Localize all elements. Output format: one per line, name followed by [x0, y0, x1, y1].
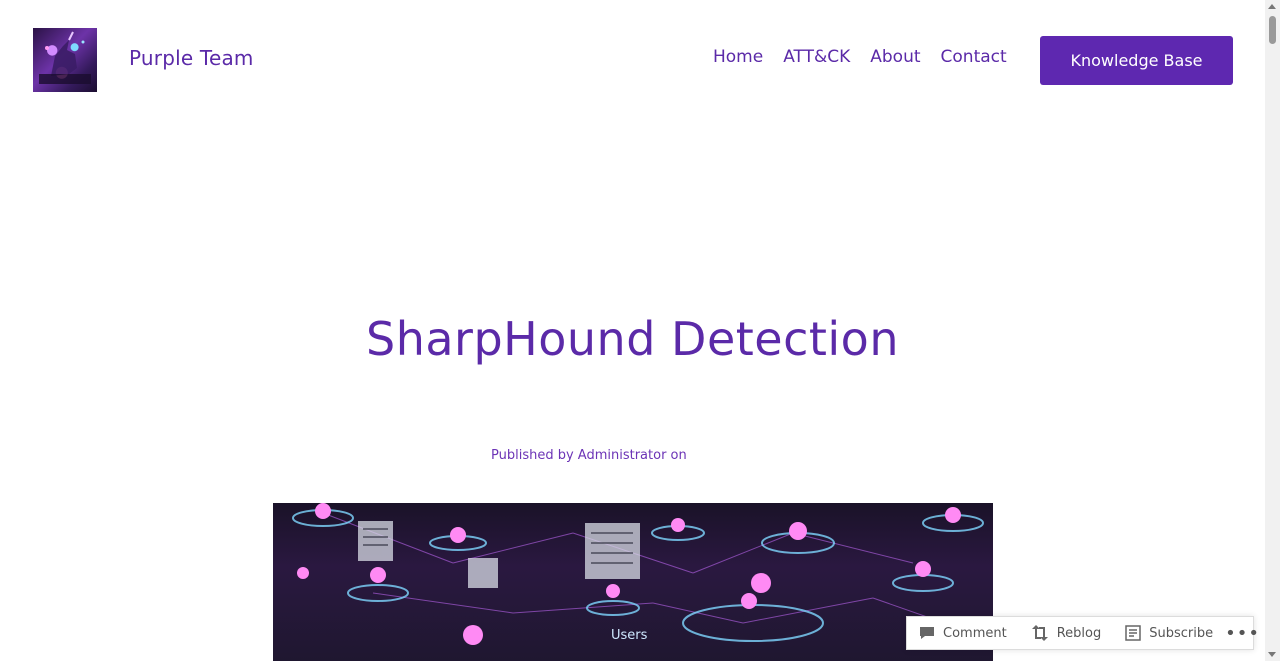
nav-item-home[interactable]: Home: [713, 47, 763, 67]
scroll-up-icon[interactable]: [1268, 4, 1276, 9]
reblog-label: Reblog: [1056, 625, 1102, 641]
comment-button[interactable]: Comment: [907, 625, 1019, 641]
scroll-down-icon[interactable]: [1268, 652, 1276, 657]
nav-item-about[interactable]: About: [870, 47, 920, 67]
page-scrollbar[interactable]: [1265, 0, 1280, 661]
nav-item-contact[interactable]: Contact: [941, 47, 1007, 67]
subscribe-label: Subscribe: [1149, 625, 1214, 641]
users-label: Users: [611, 628, 648, 643]
comment-label: Comment: [943, 625, 1007, 641]
more-options-icon[interactable]: •••: [1225, 623, 1260, 644]
post-title: SharpHound Detection: [366, 312, 899, 366]
subscribe-button[interactable]: Subscribe: [1113, 625, 1225, 641]
reblog-icon: [1031, 625, 1048, 641]
reblog-button[interactable]: Reblog: [1019, 625, 1114, 641]
comment-icon: [920, 627, 934, 639]
scroll-thumb[interactable]: [1269, 16, 1276, 44]
action-bar: Comment Reblog Subscribe •••: [906, 616, 1259, 650]
unicorn-logo-icon: [39, 31, 91, 84]
site-logo[interactable]: [33, 28, 97, 92]
site-title[interactable]: Purple Team: [129, 46, 254, 70]
knowledge-base-button[interactable]: Knowledge Base: [1040, 36, 1233, 85]
subscribe-icon: [1125, 625, 1141, 641]
network-nodes-illustration: Users: [292, 503, 984, 645]
nav-item-attack[interactable]: ATT&CK: [783, 47, 850, 67]
primary-nav: Home ATT&CK About Contact: [713, 47, 1007, 67]
post-meta: Published by Administrator on: [491, 448, 687, 463]
featured-image: Users: [273, 503, 993, 661]
